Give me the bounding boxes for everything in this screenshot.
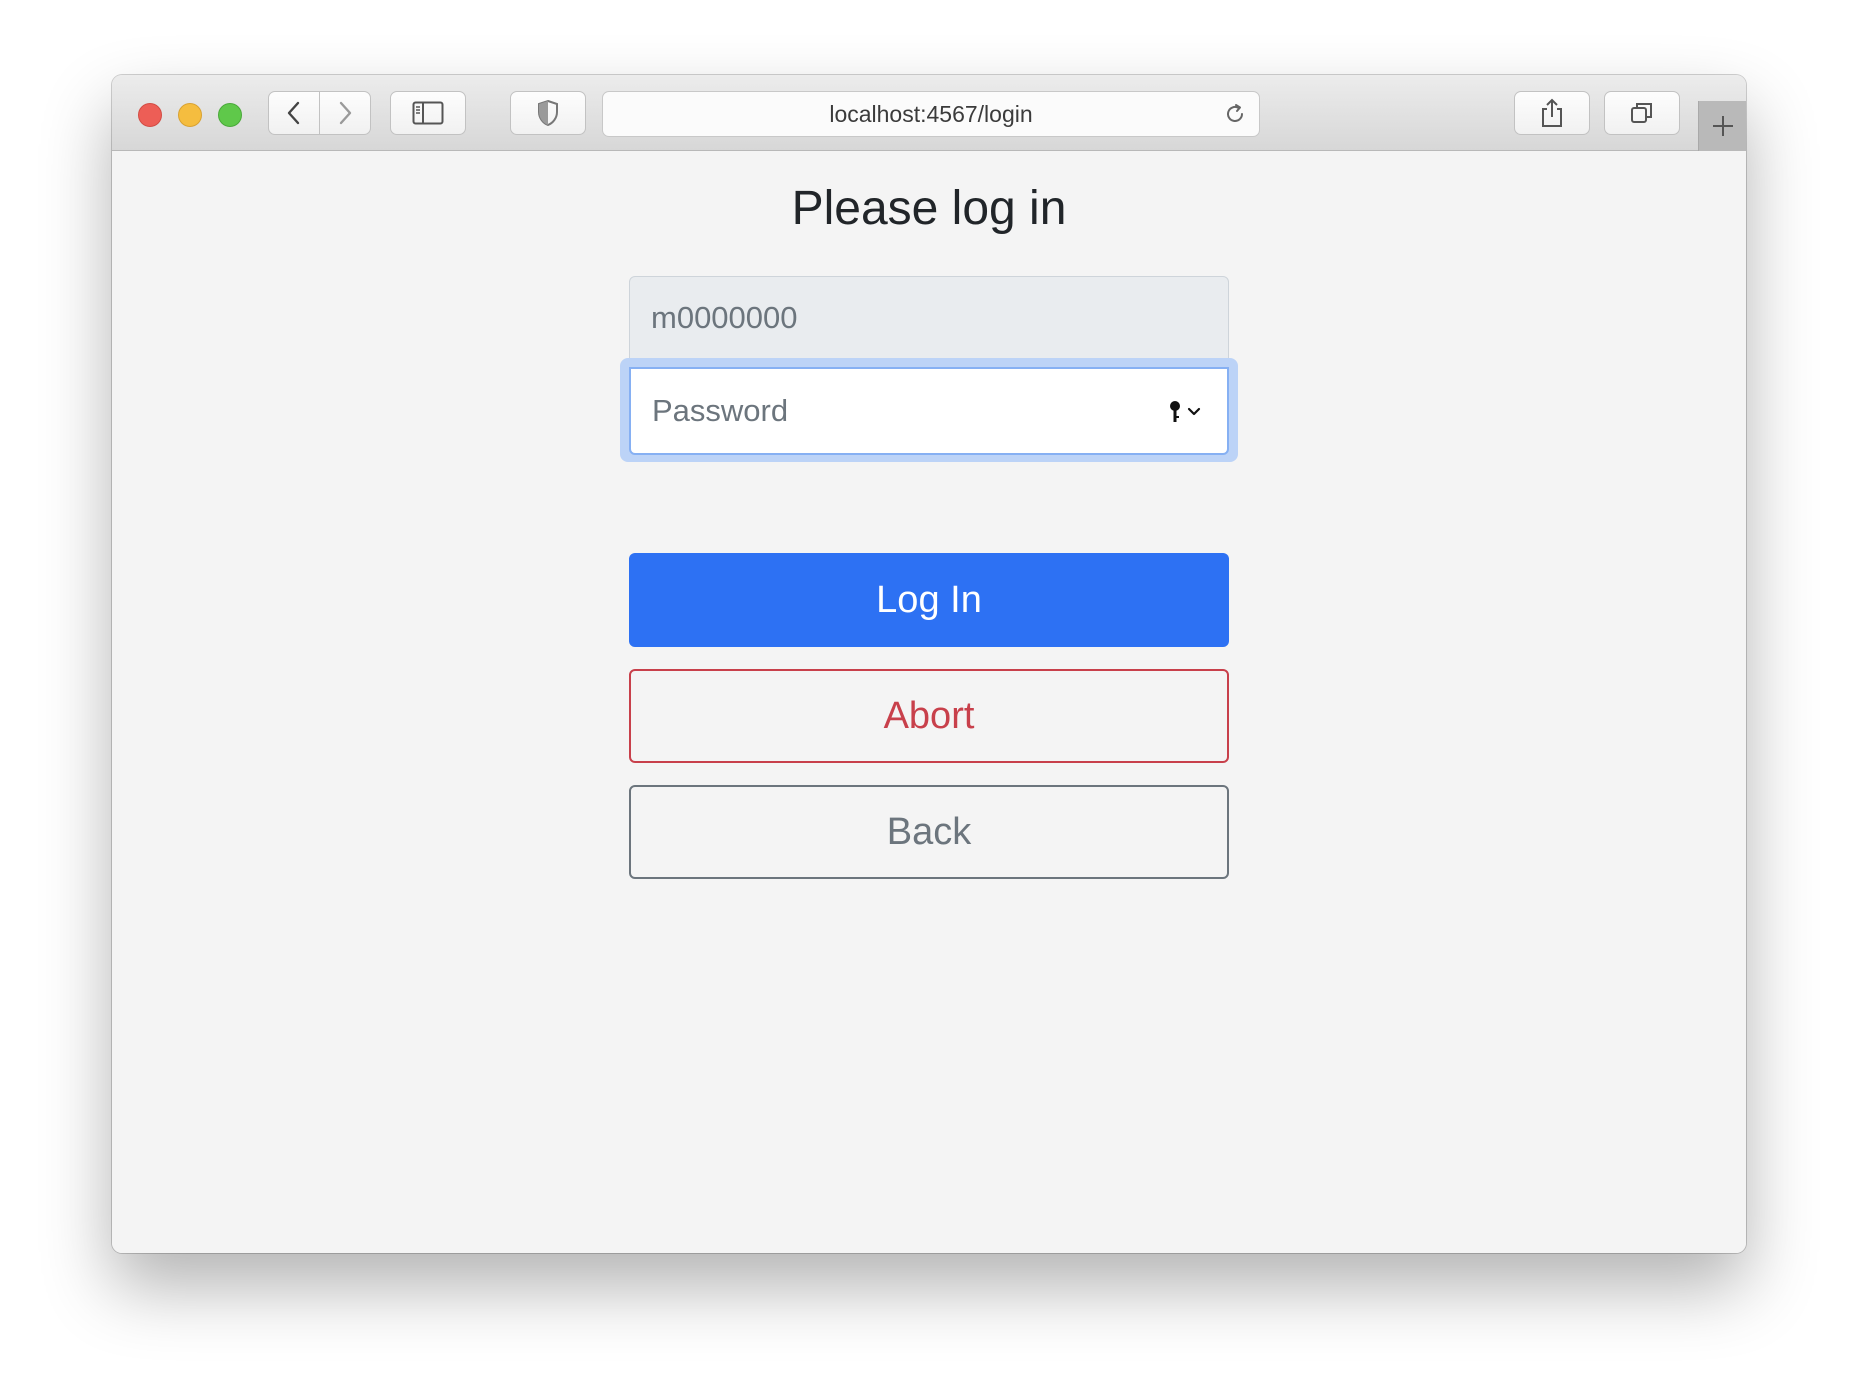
browser-window: localhost:4567/login Please log in m0000… <box>112 75 1746 1253</box>
page-title: Please log in <box>791 182 1067 235</box>
reload-icon[interactable] <box>1223 102 1247 126</box>
show-tabs-button[interactable] <box>1604 91 1680 135</box>
password-field[interactable]: Password <box>629 367 1229 455</box>
back-button[interactable]: Back <box>629 785 1229 879</box>
tabs-icon <box>1631 103 1652 123</box>
login-button[interactable]: Log In <box>629 553 1229 647</box>
abort-button[interactable]: Abort <box>629 669 1229 763</box>
new-tab-button[interactable] <box>1698 101 1746 151</box>
sidebar-toggle-button[interactable] <box>390 91 466 135</box>
address-bar[interactable]: localhost:4567/login <box>602 91 1260 137</box>
minimize-window-button[interactable] <box>178 103 202 127</box>
plus-icon <box>1712 116 1733 136</box>
privacy-report-button[interactable] <box>510 91 586 135</box>
close-window-button[interactable] <box>138 103 162 127</box>
forward-nav-button[interactable] <box>319 91 371 135</box>
zoom-window-button[interactable] <box>218 103 242 127</box>
back-nav-button[interactable] <box>268 91 320 135</box>
chevron-left-icon <box>287 101 300 125</box>
share-icon <box>1542 98 1562 127</box>
share-button[interactable] <box>1514 91 1590 135</box>
shield-icon <box>538 99 558 127</box>
username-field[interactable]: m0000000 <box>629 276 1229 360</box>
key-autofill-icon[interactable] <box>1165 399 1205 425</box>
url-text: localhost:4567/login <box>829 101 1033 127</box>
chevron-right-icon <box>339 101 352 125</box>
browser-toolbar: localhost:4567/login <box>112 75 1746 151</box>
sidebar-icon <box>412 101 444 125</box>
password-placeholder: Password <box>652 393 789 428</box>
page-content: Please log in m0000000 Password Log In A… <box>112 151 1746 1253</box>
